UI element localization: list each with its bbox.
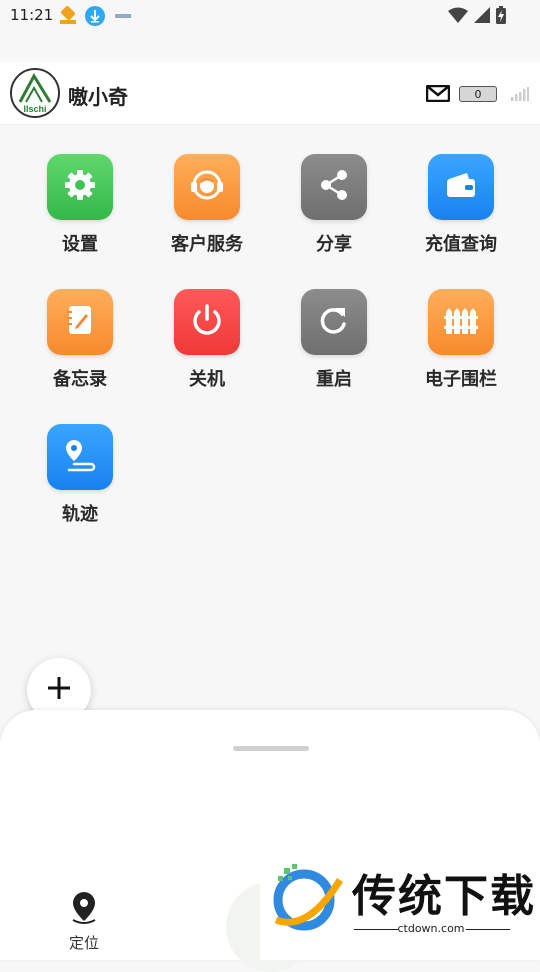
share-icon <box>316 167 352 207</box>
share-tile[interactable] <box>301 154 367 220</box>
status-time: 11:21 <box>10 6 54 24</box>
menu-label: 重启 <box>316 369 352 390</box>
menu-item-settings[interactable]: 设置 <box>16 126 144 256</box>
power-icon <box>188 301 226 343</box>
menu-item-memo[interactable]: 备忘录 <box>16 261 144 391</box>
watermark-line-right <box>466 929 510 930</box>
geofence-tile[interactable] <box>428 289 494 355</box>
menu-item-shutdown[interactable]: 关机 <box>143 261 271 391</box>
watermark-logo <box>268 862 348 938</box>
shutdown-tile[interactable] <box>174 289 240 355</box>
menu-item-geofence[interactable]: 电子围栏 <box>397 261 525 391</box>
mail-icon[interactable] <box>425 84 451 103</box>
restart-icon <box>316 302 352 342</box>
small-app-icon <box>113 6 133 26</box>
track-tile[interactable] <box>47 424 113 490</box>
menu-item-share[interactable]: 分享 <box>270 126 398 256</box>
menu-label: 关机 <box>189 369 225 390</box>
menu-label: 轨迹 <box>62 504 98 525</box>
restart-tile[interactable] <box>301 289 367 355</box>
route-icon <box>61 436 99 478</box>
location-pin-icon <box>67 892 101 930</box>
signal-strength-icon <box>511 86 529 105</box>
wifi-icon <box>448 7 468 27</box>
app-header: Ilschi 嗷小奇 0 <box>0 62 540 125</box>
plus-icon <box>46 675 72 705</box>
notebook-icon <box>62 302 98 342</box>
headset-icon <box>187 165 227 209</box>
menu-item-customer-service[interactable]: 客户服务 <box>143 126 271 256</box>
menu-item-track[interactable]: 轨迹 <box>16 396 144 526</box>
message-count-badge: 0 <box>459 86 497 102</box>
gear-icon <box>62 167 98 207</box>
cell-signal-icon <box>474 7 490 27</box>
fence-icon <box>442 302 480 342</box>
status-bar: 11:21 <box>0 0 540 32</box>
menu-label: 分享 <box>316 234 352 255</box>
avatar-text: Ilschi <box>23 104 46 114</box>
location-button[interactable]: 定位 <box>58 890 110 952</box>
download-icon <box>85 6 105 26</box>
menu-label: 备忘录 <box>53 369 107 390</box>
device-name: 嗷小奇 <box>68 85 128 109</box>
memo-tile[interactable] <box>47 289 113 355</box>
customer-service-tile[interactable] <box>174 154 240 220</box>
drag-handle[interactable] <box>233 746 309 751</box>
menu-label: 设置 <box>62 234 98 255</box>
recharge-tile[interactable] <box>428 154 494 220</box>
status-right-icons <box>448 6 506 28</box>
menu-label: 电子围栏 <box>425 369 497 390</box>
watermark-text: 传统下载 <box>352 871 536 922</box>
function-grid: 设置 客户服务 分享 充值查询 备忘录 关机 重启 电子围栏 轨迹 <box>0 126 540 544</box>
settings-tile[interactable] <box>47 154 113 220</box>
watermark: 传统下载 ctdown.com <box>260 840 540 960</box>
menu-label: 充值查询 <box>425 234 497 255</box>
wallet-icon <box>443 167 479 207</box>
menu-label: 客户服务 <box>171 234 243 255</box>
notification-app-icon <box>58 6 78 26</box>
avatar[interactable]: Ilschi <box>10 68 60 118</box>
menu-item-recharge[interactable]: 充值查询 <box>397 126 525 256</box>
location-label: 定位 <box>68 934 99 952</box>
menu-item-restart[interactable]: 重启 <box>270 261 398 391</box>
battery-charging-icon <box>496 6 506 28</box>
